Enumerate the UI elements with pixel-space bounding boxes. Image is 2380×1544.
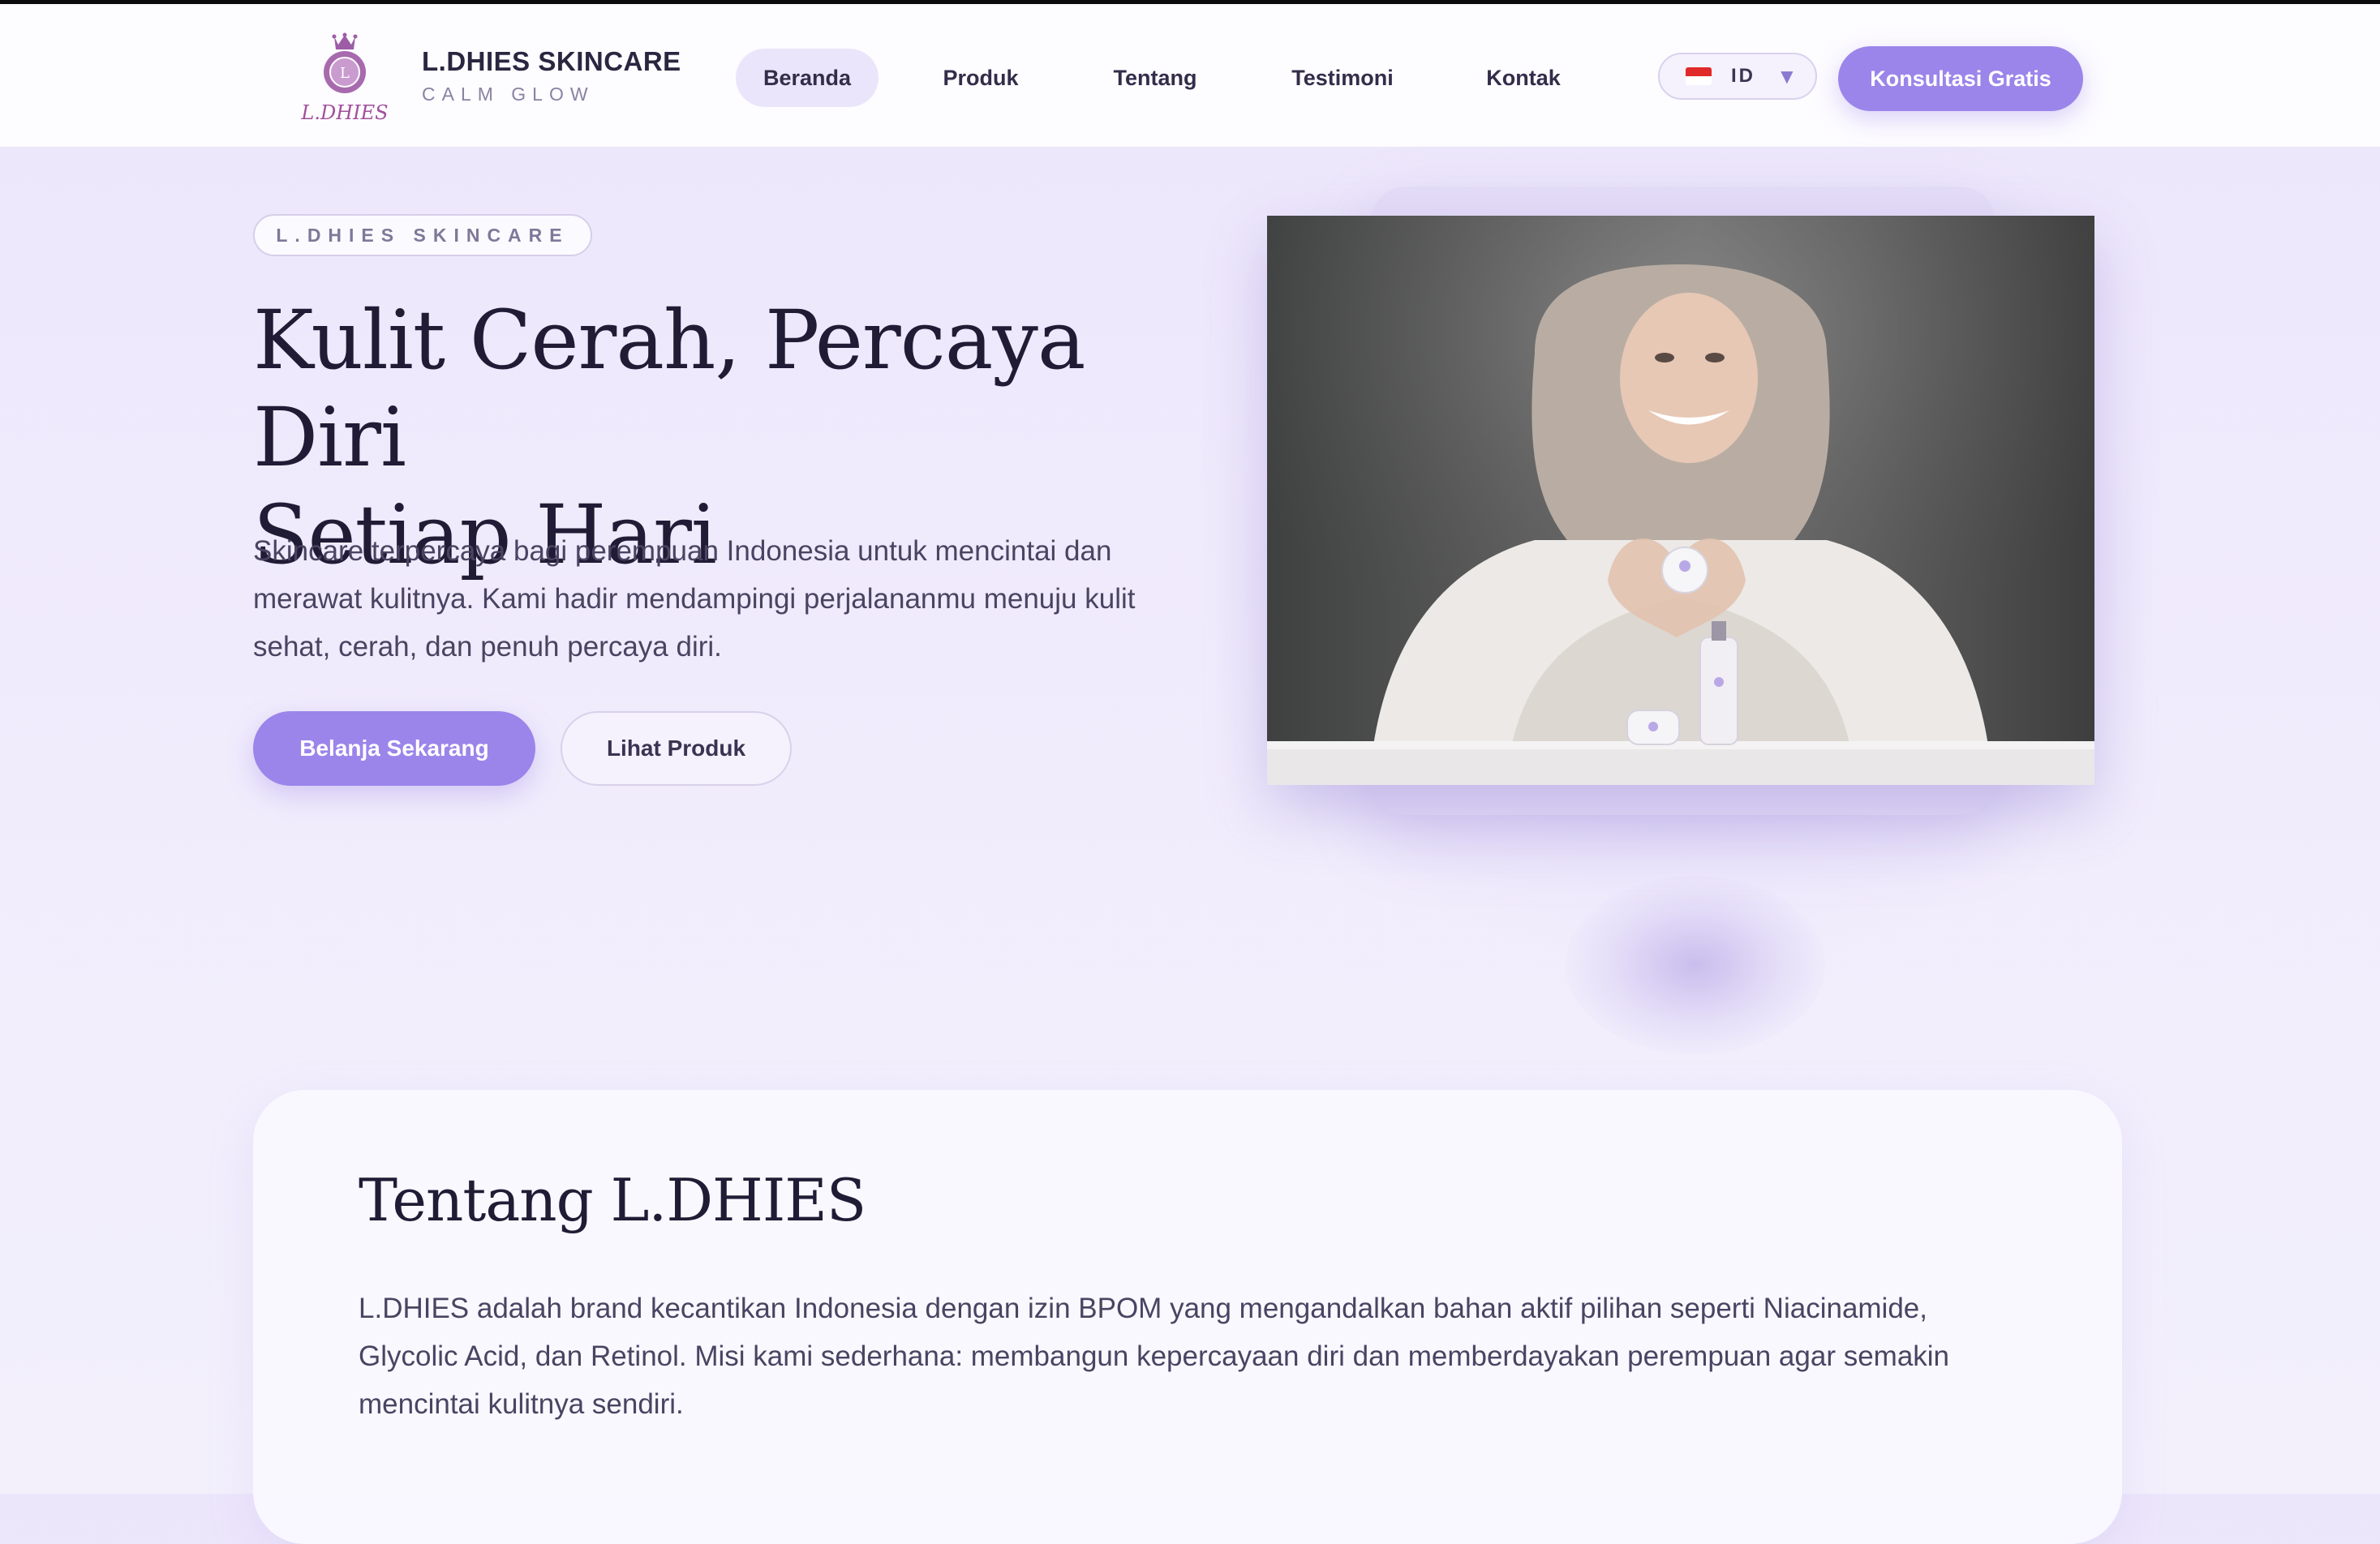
- free-consultation-button[interactable]: Konsultasi Gratis: [1838, 46, 2083, 111]
- hero-badge: L.DHIES SKINCARE: [253, 214, 592, 256]
- brand-name: L.DHIES SKINCARE: [422, 46, 681, 76]
- brand-logo[interactable]: L L.DHIES: [294, 30, 396, 127]
- indonesia-flag-icon: [1686, 67, 1712, 85]
- hero-image-shadow-glow: [1566, 876, 1825, 1054]
- nav-tentang[interactable]: Tentang: [1093, 49, 1218, 107]
- about-description: L.DHIES adalah brand kecantikan Indonesi…: [359, 1293, 1950, 1420]
- language-code: ID: [1731, 65, 1755, 87]
- hero-title-line-1: Kulit Cerah, Percaya Diri: [253, 293, 1085, 485]
- nav-testimoni[interactable]: Testimoni: [1275, 49, 1410, 107]
- nav-produk[interactable]: Produk: [924, 49, 1037, 107]
- svg-text:L.DHIES: L.DHIES: [300, 101, 388, 124]
- nav-kontak[interactable]: Kontak: [1470, 49, 1577, 107]
- svg-text:L: L: [340, 65, 350, 82]
- brand-tagline: CALM GLOW: [422, 84, 595, 105]
- site-header: L L.DHIES L.DHIES SKINCARE CALM GLOW Ber…: [0, 4, 2380, 148]
- hero-description: Skincare terpercaya bagi perempuan Indon…: [253, 535, 1136, 663]
- nav-beranda[interactable]: Beranda: [736, 49, 879, 107]
- about-title: Tentang L.DHIES: [359, 1166, 866, 1234]
- model-with-products-image: [1267, 216, 2094, 785]
- view-products-button[interactable]: Lihat Produk: [561, 711, 792, 786]
- hero-model-photo: [1267, 216, 2094, 785]
- shop-now-button[interactable]: Belanja Sekarang: [253, 711, 535, 786]
- crown-logo-icon: L L.DHIES: [300, 32, 389, 124]
- chevron-down-icon: ▼: [1776, 64, 1798, 88]
- language-selector[interactable]: ID ▼: [1658, 53, 1817, 100]
